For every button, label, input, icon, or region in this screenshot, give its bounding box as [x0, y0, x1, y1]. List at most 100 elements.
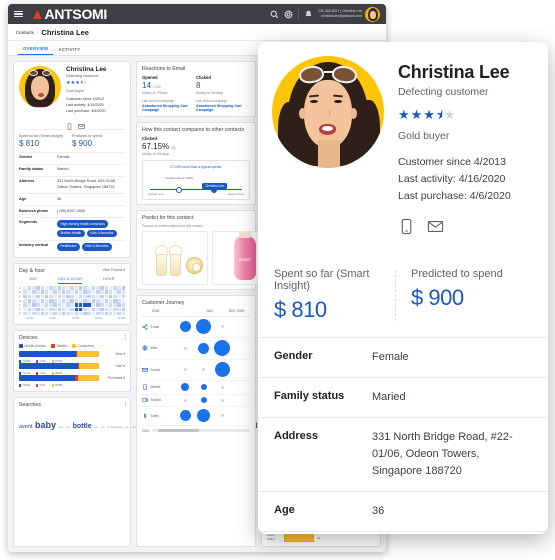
heatmap-cell[interactable]: [53, 299, 57, 303]
heatmap-cell[interactable]: [23, 303, 28, 307]
heatmap-cell[interactable]: [57, 290, 62, 295]
heatmap-cell[interactable]: [49, 290, 53, 295]
heatmap-cell[interactable]: [49, 311, 53, 316]
heatmap-cell[interactable]: [57, 311, 62, 316]
heatmap-cell[interactable]: [53, 311, 57, 316]
journey-cell[interactable]: [195, 319, 214, 335]
heatmap-cell[interactable]: [44, 311, 49, 316]
heatmap-cell[interactable]: [40, 307, 45, 312]
tab-hour[interactable]: HOUR: [103, 277, 114, 284]
heatmap-cell[interactable]: [100, 311, 104, 316]
heatmap-cell[interactable]: [40, 286, 45, 290]
heatmap-cell[interactable]: [36, 290, 40, 295]
heatmap-cell[interactable]: [53, 290, 57, 295]
heatmap-cell[interactable]: [74, 307, 79, 312]
heatmap-cell[interactable]: [49, 294, 53, 299]
heatmap-cell[interactable]: [83, 307, 87, 312]
heatmap-cell[interactable]: [66, 311, 70, 316]
heatmap-cell[interactable]: [108, 294, 113, 299]
heatmap-cell[interactable]: [27, 286, 32, 290]
heatmap-cell[interactable]: [31, 307, 36, 312]
heatmap-cell[interactable]: [108, 290, 113, 295]
heatmap-cell[interactable]: [66, 286, 70, 290]
heatmap-cell[interactable]: [31, 311, 36, 316]
heatmap-cell[interactable]: [27, 311, 32, 316]
heatmap-cell[interactable]: [66, 307, 70, 312]
heatmap-cell[interactable]: [49, 303, 53, 307]
heatmap-cell[interactable]: [104, 290, 109, 295]
search-word-cloud[interactable]: avent baby best boy bottle box bra breastfeedin…: [19, 411, 386, 435]
journey-cell[interactable]: [176, 383, 195, 392]
heatmap-cell[interactable]: [74, 303, 79, 307]
heatmap-cell[interactable]: [91, 299, 96, 303]
heatmap-cell[interactable]: [74, 299, 79, 303]
heatmap-cell[interactable]: [108, 303, 113, 307]
heatmap-cell[interactable]: [108, 299, 113, 303]
journey-cell[interactable]: [213, 325, 232, 329]
journey-cell[interactable]: [176, 368, 195, 372]
heatmap-cell[interactable]: [117, 290, 121, 295]
device-metric-selector[interactable]: View ▾: [102, 352, 125, 356]
heatmap-cell[interactable]: [113, 311, 117, 316]
heatmap-cell[interactable]: [61, 290, 66, 295]
journey-cell[interactable]: [213, 362, 232, 378]
heatmap-cell[interactable]: [121, 303, 126, 307]
heatmap-cell[interactable]: [23, 290, 28, 295]
heatmap-cell[interactable]: [104, 294, 109, 299]
heatmap-cell[interactable]: [74, 286, 79, 290]
heatmap-cell[interactable]: [53, 307, 57, 312]
heatmap-cell[interactable]: [121, 294, 126, 299]
heatmap-cell[interactable]: [87, 299, 92, 303]
heatmap-cell[interactable]: [95, 307, 100, 312]
search-word[interactable]: bra: [101, 426, 105, 429]
heatmap-cell[interactable]: [49, 286, 53, 290]
journey-cell[interactable]: [195, 409, 214, 423]
heatmap-cell[interactable]: [31, 290, 36, 295]
journey-cell[interactable]: [213, 414, 232, 418]
journey-cell[interactable]: [176, 398, 195, 402]
search-word[interactable]: bottle: [73, 423, 92, 430]
clicked-campaign-link[interactable]: Abandoned Shopping Cart Campaign: [196, 104, 250, 112]
heatmap-cell[interactable]: [36, 299, 40, 303]
heatmap-cell[interactable]: [70, 286, 74, 290]
heatmap-cell[interactable]: [23, 294, 28, 299]
tab-activity[interactable]: ACTIVITY: [53, 47, 85, 55]
heatmap-cell[interactable]: [53, 303, 57, 307]
heatmap-cell[interactable]: [87, 307, 92, 312]
heatmap-cell[interactable]: [61, 299, 66, 303]
heatmap-cell[interactable]: [117, 303, 121, 307]
search-word[interactable]: baby: [35, 420, 56, 430]
heatmap-cell[interactable]: [91, 307, 96, 312]
opened-campaign-link[interactable]: Abandoned Shopping Cart Campaign: [142, 104, 196, 112]
heatmap-cell[interactable]: [61, 307, 66, 312]
heatmap-cell[interactable]: [40, 303, 45, 307]
heatmap-cell[interactable]: [27, 299, 32, 303]
heatmap-cell[interactable]: [87, 311, 92, 316]
heatmap-cell[interactable]: [31, 303, 36, 307]
heatmap-cell[interactable]: [44, 290, 49, 295]
heatmap-cell[interactable]: [95, 311, 100, 316]
heatmap-cell[interactable]: [36, 311, 40, 316]
journey-cell[interactable]: [195, 384, 214, 391]
phone-icon[interactable]: [398, 218, 415, 240]
heatmap-cell[interactable]: [40, 290, 45, 295]
phone-icon[interactable]: [66, 117, 73, 130]
heatmap-cell[interactable]: [40, 299, 45, 303]
journey-scrollbar[interactable]: [152, 429, 250, 433]
heatmap-cell[interactable]: [74, 311, 79, 316]
heatmap-cell[interactable]: [100, 303, 104, 307]
heatmap-cell[interactable]: [87, 286, 92, 290]
heatmap-cell[interactable]: [95, 286, 100, 290]
heatmap-cell[interactable]: [53, 294, 57, 299]
search-word[interactable]: breastfeeding: [107, 426, 123, 429]
heatmap-cell[interactable]: [36, 286, 40, 290]
heatmap-cell[interactable]: [66, 290, 70, 295]
journey-cell[interactable]: [176, 410, 195, 422]
heatmap-cell[interactable]: [113, 303, 117, 307]
heatmap-cell[interactable]: [70, 303, 74, 307]
email-icon[interactable]: [427, 218, 444, 240]
user-menu[interactable]: 231-484-8317 | Christina Lee christina.l…: [318, 6, 380, 22]
heatmap-cell[interactable]: [27, 290, 32, 295]
device-metric-selector[interactable]: Cart ▾: [102, 364, 125, 368]
heatmap-cell[interactable]: [40, 294, 45, 299]
